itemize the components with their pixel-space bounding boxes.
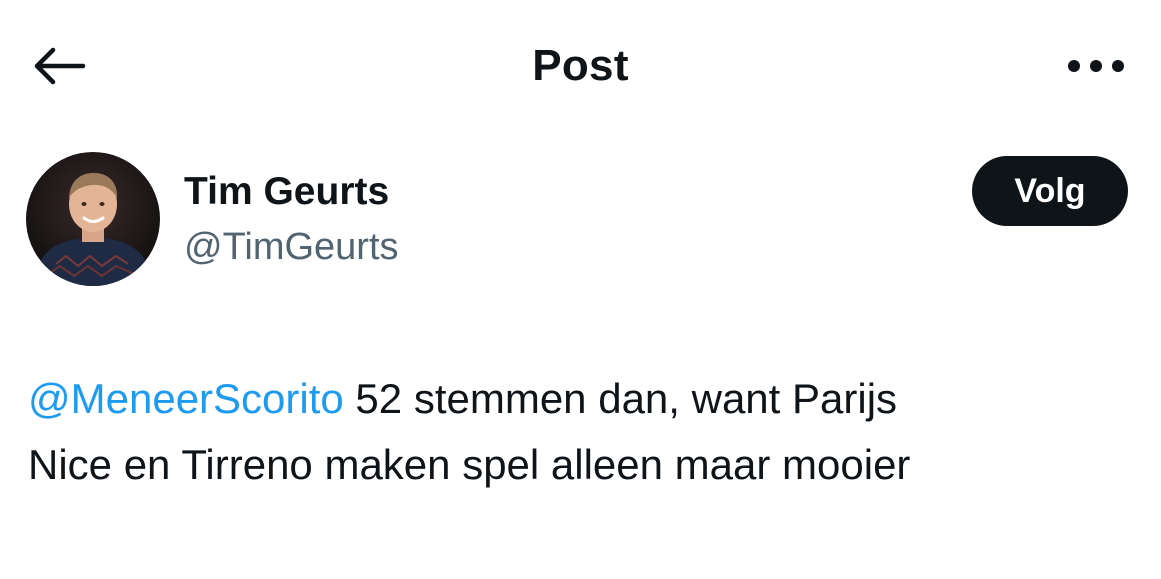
follow-button[interactable]: Volg — [972, 156, 1128, 226]
page-title: Post — [532, 41, 629, 90]
author-display-name[interactable]: Tim Geurts — [184, 168, 389, 216]
user-avatar — [26, 152, 160, 286]
author-handle[interactable]: @TimGeurts — [184, 224, 399, 270]
post-text-line-1: 52 stemmen dan, want Parijs — [343, 375, 898, 422]
post-body: @MeneerScorito 52 stemmen dan, want Pari… — [28, 366, 1138, 498]
more-horizontal-icon — [1068, 60, 1124, 72]
top-bar: Post — [0, 0, 1161, 130]
mention-link[interactable]: @MeneerScorito — [28, 375, 344, 422]
post-text-line-2: Nice en Tirreno maken spel alleen maar m… — [28, 441, 911, 488]
more-options-button[interactable] — [1060, 44, 1132, 88]
post-author: Tim Geurts @TimGeurts Volg — [0, 150, 1161, 290]
avatar[interactable] — [26, 152, 160, 286]
